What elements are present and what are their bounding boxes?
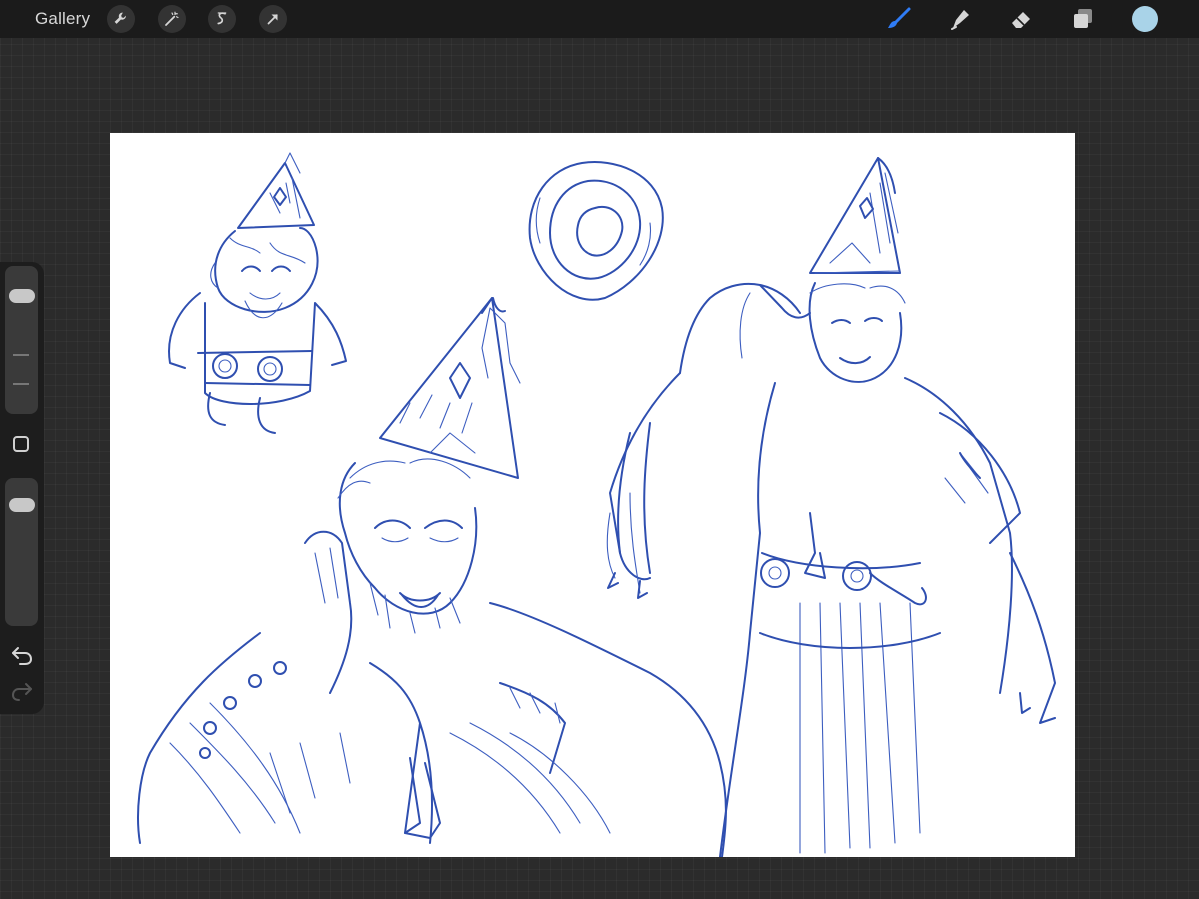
wrench-icon[interactable] bbox=[107, 5, 135, 33]
modify-square-icon[interactable] bbox=[13, 436, 29, 452]
eraser-icon[interactable] bbox=[1006, 4, 1036, 34]
brush-icon[interactable] bbox=[884, 4, 914, 34]
color-picker-swatch[interactable] bbox=[1132, 6, 1158, 32]
opacity-slider[interactable] bbox=[5, 478, 38, 626]
slider-tick bbox=[13, 354, 29, 356]
sketch-artwork bbox=[137, 152, 1056, 857]
layers-icon[interactable] bbox=[1068, 4, 1098, 34]
gallery-button[interactable]: Gallery bbox=[35, 9, 90, 29]
slider-tick bbox=[13, 383, 29, 385]
medallion-sketch bbox=[528, 161, 664, 301]
standing-wizard-sketch bbox=[606, 157, 1056, 857]
left-sidebar bbox=[0, 262, 44, 714]
smudge-icon[interactable] bbox=[945, 4, 975, 34]
chibi-wizard-sketch bbox=[168, 152, 347, 434]
brush-size-slider[interactable] bbox=[5, 266, 38, 414]
top-toolbar: Gallery bbox=[0, 0, 1199, 38]
drawing-canvas[interactable] bbox=[110, 133, 1075, 857]
brush-size-handle[interactable] bbox=[9, 288, 35, 303]
redo-icon[interactable] bbox=[10, 680, 34, 702]
selection-s-icon[interactable] bbox=[208, 5, 236, 33]
magic-wand-icon[interactable] bbox=[158, 5, 186, 33]
opacity-handle[interactable] bbox=[9, 498, 35, 513]
undo-icon[interactable] bbox=[10, 644, 34, 666]
arrow-transform-icon[interactable] bbox=[259, 5, 287, 33]
